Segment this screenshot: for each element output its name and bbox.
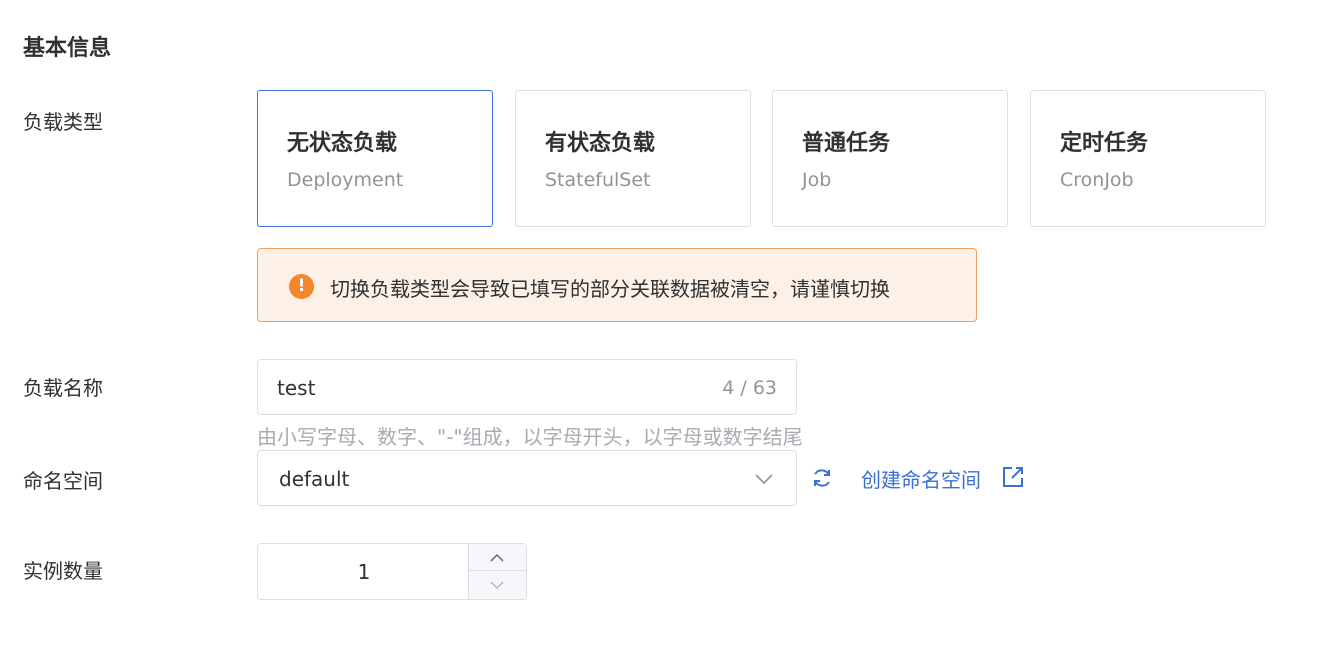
- decrement-button[interactable]: [469, 571, 526, 599]
- external-link-icon[interactable]: [1001, 465, 1025, 489]
- workload-type-card-cronjob[interactable]: 定时任务 CronJob: [1030, 90, 1266, 227]
- workload-name-value: test: [277, 376, 316, 400]
- card-subtitle: Deployment: [287, 169, 404, 191]
- card-title: 无状态负载: [287, 131, 398, 156]
- workload-type-card-deployment[interactable]: 无状态负载 Deployment: [257, 90, 493, 227]
- workload-name-hint: 由小写字母、数字、"-"组成，以字母开头，以字母或数字结尾: [257, 425, 803, 449]
- character-count: 4 / 63: [722, 377, 777, 399]
- card-title: 有状态负载: [545, 131, 656, 156]
- workload-name-input[interactable]: test 4 / 63: [257, 359, 797, 415]
- chevron-down-icon: [755, 474, 773, 485]
- increment-button[interactable]: [469, 544, 526, 571]
- card-title: 普通任务: [802, 131, 891, 156]
- refresh-icon[interactable]: [810, 466, 834, 490]
- create-namespace-link[interactable]: 创建命名空间: [861, 464, 981, 493]
- namespace-selected-value: default: [279, 467, 350, 491]
- card-subtitle: StatefulSet: [545, 169, 651, 191]
- workload-name-label: 负载名称: [23, 376, 103, 400]
- chevron-up-icon: [490, 554, 504, 562]
- replicas-stepper: [468, 544, 526, 599]
- card-title: 定时任务: [1060, 131, 1149, 156]
- chevron-down-icon: [490, 581, 504, 589]
- workload-type-card-statefulset[interactable]: 有状态负载 StatefulSet: [515, 90, 751, 227]
- replicas-input[interactable]: 1: [257, 543, 527, 600]
- section-title: 基本信息: [23, 36, 112, 61]
- card-subtitle: Job: [802, 169, 832, 191]
- replicas-value: 1: [357, 560, 371, 584]
- replicas-label: 实例数量: [23, 559, 103, 583]
- warning-alert: ! 切换负载类型会导致已填写的部分关联数据被清空，请谨慎切换: [257, 248, 977, 322]
- namespace-select[interactable]: default: [257, 450, 797, 506]
- card-subtitle: CronJob: [1060, 169, 1134, 191]
- namespace-label: 命名空间: [23, 469, 103, 493]
- workload-type-label: 负载类型: [23, 110, 103, 134]
- workload-type-card-job[interactable]: 普通任务 Job: [772, 90, 1008, 227]
- warning-icon: !: [289, 274, 314, 299]
- alert-text: 切换负载类型会导致已填写的部分关联数据被清空，请谨慎切换: [330, 277, 890, 301]
